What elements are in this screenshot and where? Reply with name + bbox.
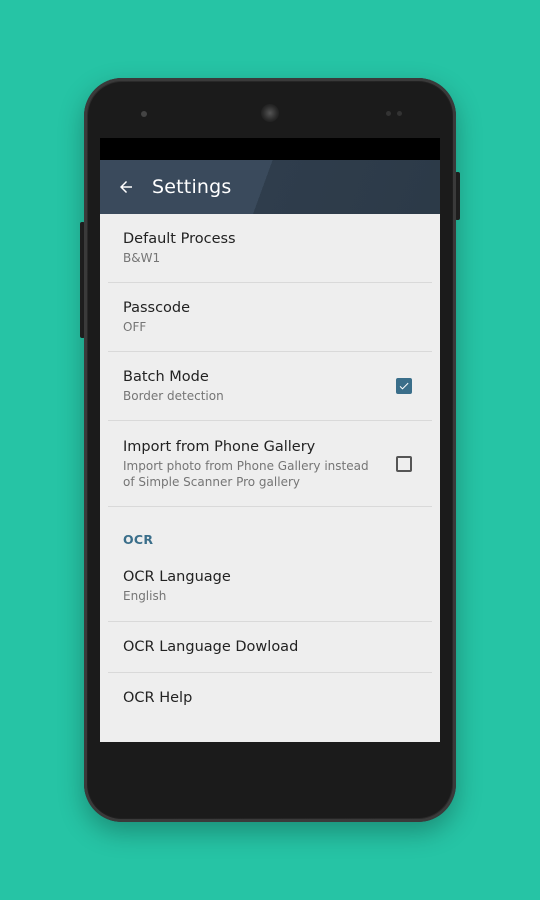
setting-import-gallery[interactable]: Import from Phone Gallery Import photo f… <box>108 421 432 507</box>
arrow-left-icon <box>120 181 132 193</box>
setting-passcode[interactable]: Passcode OFF <box>108 283 432 352</box>
setting-title: OCR Language <box>123 569 231 585</box>
settings-list: Default Process B&W1 Passcode OFF Batch … <box>100 214 440 742</box>
status-bar <box>100 138 440 160</box>
setting-batch-mode[interactable]: Batch Mode Border detection <box>108 352 432 421</box>
proximity-sensor <box>386 111 391 116</box>
setting-title: Import from Phone Gallery <box>123 438 316 455</box>
setting-title: OCR Help <box>123 690 193 706</box>
setting-title: Passcode <box>123 300 191 316</box>
setting-value: B&W1 <box>123 251 161 265</box>
page-title: Settings <box>152 176 232 198</box>
setting-default-process[interactable]: Default Process B&W1 <box>108 214 432 283</box>
setting-title: OCR Language Dowload <box>123 639 299 655</box>
import-gallery-checkbox[interactable] <box>396 455 412 472</box>
app-toolbar: Settings <box>100 160 440 214</box>
front-camera <box>141 111 147 117</box>
app-screen: Settings Default Process B&W1 Passcode O… <box>100 138 440 742</box>
setting-ocr-language[interactable]: OCR Language English <box>108 551 432 622</box>
batch-mode-checkbox[interactable] <box>396 378 412 394</box>
section-header-support: SUPPORT <box>100 723 440 742</box>
setting-ocr-help[interactable]: OCR Help <box>108 673 432 723</box>
checkbox-checked-icon <box>399 382 409 390</box>
setting-value: OFF <box>123 320 147 334</box>
back-button[interactable] <box>100 160 152 214</box>
section-header-ocr: OCR <box>123 532 154 547</box>
setting-title: Default Process <box>123 231 236 247</box>
light-sensor <box>397 111 402 116</box>
setting-value: Border detection <box>123 389 224 403</box>
setting-value: English <box>123 589 167 603</box>
earpiece-speaker <box>261 104 279 122</box>
setting-ocr-language-download[interactable]: OCR Language Dowload <box>108 622 432 673</box>
setting-title: Batch Mode <box>123 369 209 385</box>
setting-value: Import photo from Phone Gallery instead … <box>123 458 369 489</box>
